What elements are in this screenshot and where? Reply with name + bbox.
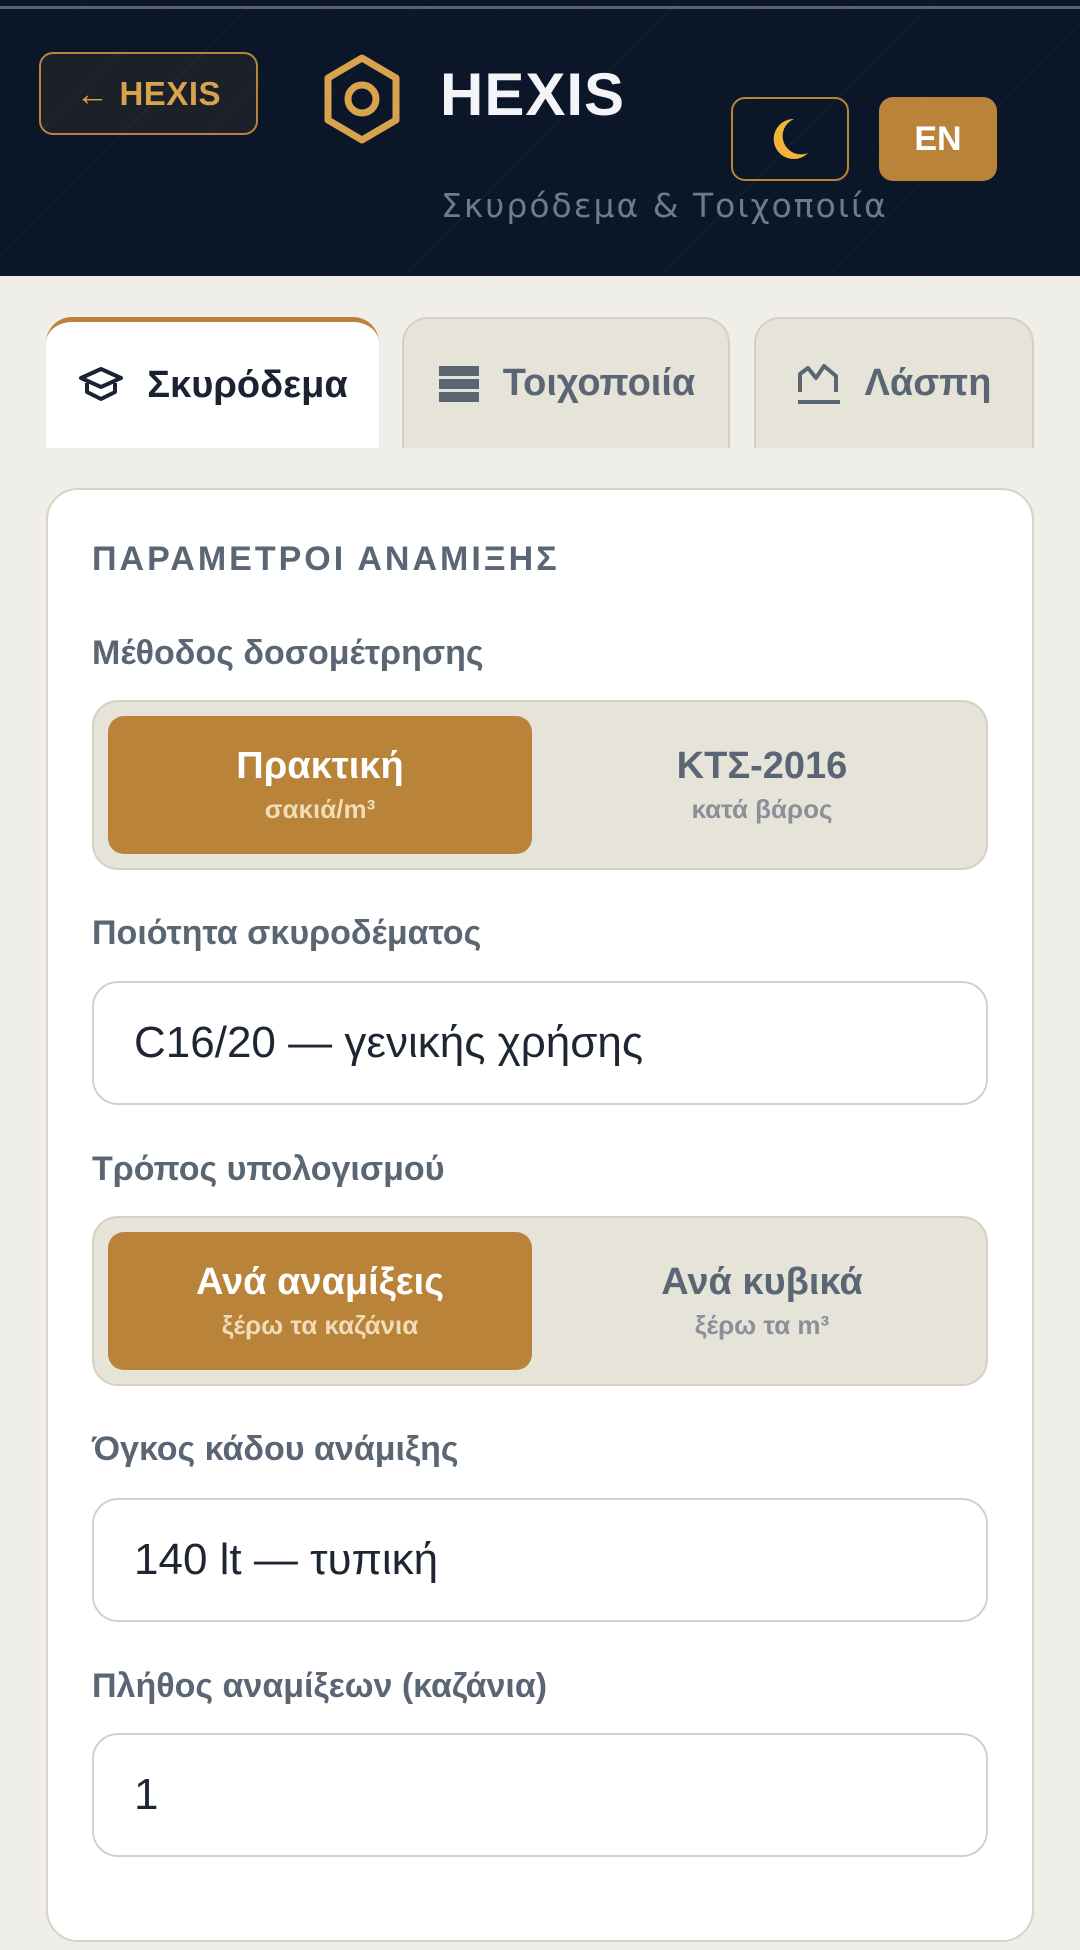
brand-title: HEXIS: [440, 61, 626, 128]
dosing-option-kts[interactable]: ΚΤΣ-2016 κατά βάρος: [550, 716, 974, 854]
calc-option-batches[interactable]: Ανά αναμίξεις ξέρω τα καζάνια: [108, 1232, 532, 1370]
concrete-quality-label: Ποιότητα σκυροδέματος: [92, 914, 482, 952]
dosing-option-kts-label: ΚΤΣ-2016: [676, 745, 848, 787]
brand-subtitle: Σκυρόδεμα & Τοιχοποιία: [441, 186, 888, 225]
back-button[interactable]: ← HEXIS: [39, 52, 258, 135]
moon-icon: [773, 118, 808, 159]
mortar-icon: [798, 363, 841, 404]
language-toggle-button[interactable]: EN: [879, 97, 997, 181]
back-button-label: HEXIS: [119, 74, 222, 112]
tab-concrete-label: Σκυρόδεμα: [147, 363, 348, 406]
arrow-left-icon: ←: [75, 74, 110, 112]
header-top-divider: [0, 6, 1080, 9]
tab-concrete[interactable]: Σκυρόδεμα: [46, 317, 379, 448]
app-header: ← HEXIS HEXIS Σκυρόδεμα & Τοιχοποιία EN: [0, 0, 1080, 276]
calc-option-batches-sub: ξέρω τα καζάνια: [221, 1310, 419, 1340]
calc-option-cubic[interactable]: Ανά κυβικά ξέρω τα m³: [550, 1232, 974, 1370]
dosing-option-practical-sub: σακιά/m³: [264, 794, 376, 824]
batches-count-label: Πλήθος αναμίξεων (καζάνια): [92, 1667, 548, 1705]
calc-option-batches-label: Ανά αναμίξεις: [195, 1261, 445, 1303]
drum-volume-select[interactable]: 140 lt — τυπική: [92, 1498, 988, 1622]
dosing-option-kts-sub: κατά βάρος: [691, 794, 833, 824]
tab-mortar-label: Λάσπη: [864, 362, 992, 404]
calc-option-cubic-sub: ξέρω τα m³: [694, 1310, 830, 1340]
drum-volume-label: Όγκος κάδου ανάμιξης: [92, 1430, 459, 1468]
dosing-option-practical[interactable]: Πρακτική σακιά/m³: [108, 716, 532, 854]
layers-icon: [79, 367, 124, 401]
section-title: ΠΑΡΑΜΕΤΡΟΙ ΑΝΑΜΙΞΗΣ: [92, 540, 560, 578]
theme-toggle-button[interactable]: [731, 97, 849, 181]
tab-masonry-label: Τοιχοποιία: [502, 362, 696, 404]
dosing-method-label: Μέθοδος δοσομέτρησης: [92, 634, 484, 672]
calc-option-cubic-label: Ανά κυβικά: [661, 1261, 863, 1303]
concrete-quality-select[interactable]: C16/20 — γενικής χρήσης: [92, 981, 988, 1105]
calc-mode-label: Τρόπος υπολογισμού: [92, 1150, 445, 1188]
dosing-method-selector: Πρακτική σακιά/m³ ΚΤΣ-2016 κατά βάρος: [92, 700, 988, 870]
bricks-icon: [438, 365, 479, 402]
tab-mortar[interactable]: Λάσπη: [754, 317, 1034, 448]
batches-count-input[interactable]: 1: [92, 1733, 988, 1857]
tab-masonry[interactable]: Τοιχοποιία: [402, 317, 730, 448]
calc-mode-selector: Ανά αναμίξεις ξέρω τα καζάνια Ανά κυβικά…: [92, 1216, 988, 1386]
dosing-option-practical-label: Πρακτική: [236, 745, 404, 787]
hexagon-logo-icon: [324, 54, 400, 144]
